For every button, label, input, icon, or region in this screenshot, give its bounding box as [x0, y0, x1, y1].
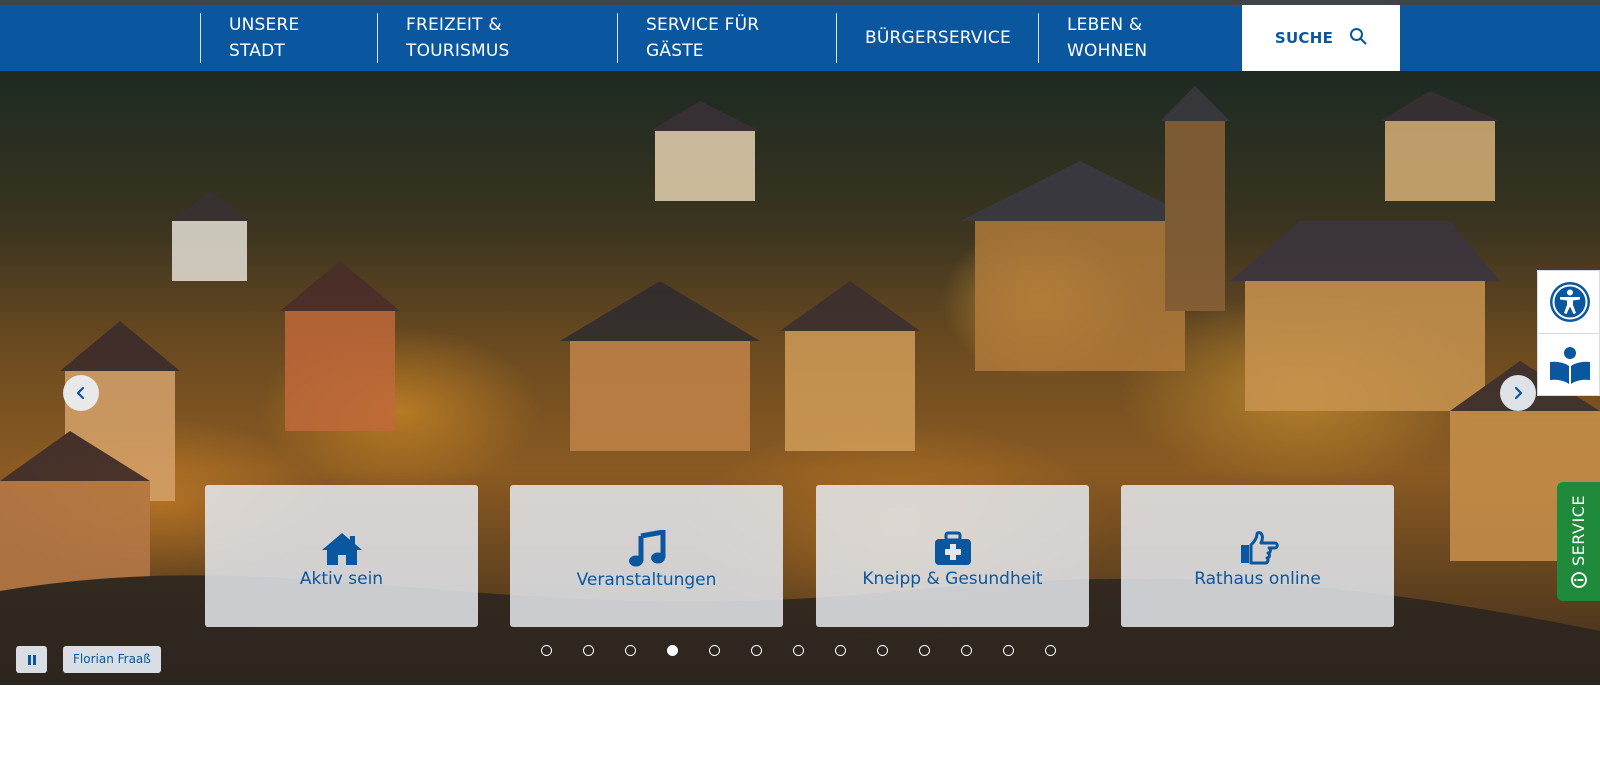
nav-item-label: UNSERE	[229, 15, 300, 35]
nav-item-label: GÄSTE	[646, 41, 704, 61]
slider-dot[interactable]	[793, 645, 804, 656]
reading-person-icon	[1549, 347, 1590, 384]
tile-rathaus-online[interactable]: Rathaus online	[1121, 485, 1394, 627]
slider-dot[interactable]	[1045, 645, 1056, 656]
first-aid-kit-icon	[934, 531, 971, 565]
music-note-icon	[628, 530, 665, 567]
search-icon	[1349, 27, 1367, 49]
home-icon	[321, 533, 362, 565]
service-label: SERVICE	[1569, 495, 1589, 566]
search-label: SUCHE	[1274, 29, 1334, 47]
nav-item-unsere-stadt[interactable]: UNSERE STADT	[200, 13, 378, 63]
pause-icon	[27, 654, 36, 665]
tile-label: Veranstaltungen	[576, 570, 717, 590]
nav-item-label: LEBEN &	[1067, 15, 1143, 35]
slider-prev-button[interactable]	[63, 375, 99, 411]
accessibility-button[interactable]	[1538, 271, 1600, 333]
photo-credit: Florian Fraaß	[63, 646, 161, 673]
nav-item-service-fuer-gaeste[interactable]: SERVICE FÜR GÄSTE	[617, 13, 836, 63]
tile-label: Aktiv sein	[299, 569, 384, 589]
info-circle-icon	[1570, 572, 1587, 588]
slider-dot[interactable]	[919, 645, 930, 656]
pointing-hand-icon	[1240, 531, 1279, 565]
slider-dot-active[interactable]	[667, 645, 678, 656]
slider-dot[interactable]	[1003, 645, 1014, 656]
slider-dot[interactable]	[583, 645, 594, 656]
accessibility-icon	[1549, 282, 1590, 322]
nav-item-label: FREIZEIT &	[406, 15, 502, 35]
nav-item-label: BÜRGERSERVICE	[865, 28, 1011, 48]
tile-kneipp-gesundheit[interactable]: Kneipp & Gesundheit	[816, 485, 1089, 627]
search-button[interactable]: SUCHE	[1242, 5, 1400, 71]
nav-item-leben-wohnen[interactable]: LEBEN & WOHNEN	[1038, 13, 1242, 63]
nav-item-label: SERVICE FÜR	[646, 15, 760, 35]
chevron-right-icon	[1514, 386, 1523, 400]
nav-item-buergerservice[interactable]: BÜRGERSERVICE	[836, 13, 1039, 63]
slider-dot[interactable]	[625, 645, 636, 656]
easy-language-button[interactable]	[1538, 333, 1600, 396]
tile-label: Rathaus online	[1194, 569, 1321, 589]
chevron-left-icon	[76, 386, 85, 400]
slider-pause-button[interactable]	[16, 646, 47, 673]
nav-item-freizeit-tourismus[interactable]: FREIZEIT & TOURISMUS	[377, 13, 617, 63]
slider-dot[interactable]	[877, 645, 888, 656]
tile-label: Kneipp & Gesundheit	[862, 569, 1043, 589]
tile-veranstaltungen[interactable]: Veranstaltungen	[510, 485, 783, 627]
tile-aktiv-sein[interactable]: Aktiv sein	[205, 485, 478, 627]
nav-item-label: WOHNEN	[1067, 41, 1148, 61]
nav-item-label: STADT	[229, 41, 285, 61]
slider-dot[interactable]	[709, 645, 720, 656]
nav-item-label: TOURISMUS	[406, 41, 510, 61]
slider-dot[interactable]	[961, 645, 972, 656]
slider-dot[interactable]	[541, 645, 552, 656]
accessibility-panel	[1537, 270, 1600, 396]
slider-dot[interactable]	[835, 645, 846, 656]
slider-dot[interactable]	[751, 645, 762, 656]
slider-next-button[interactable]	[1500, 375, 1536, 411]
service-tab[interactable]: SERVICE	[1557, 482, 1600, 601]
